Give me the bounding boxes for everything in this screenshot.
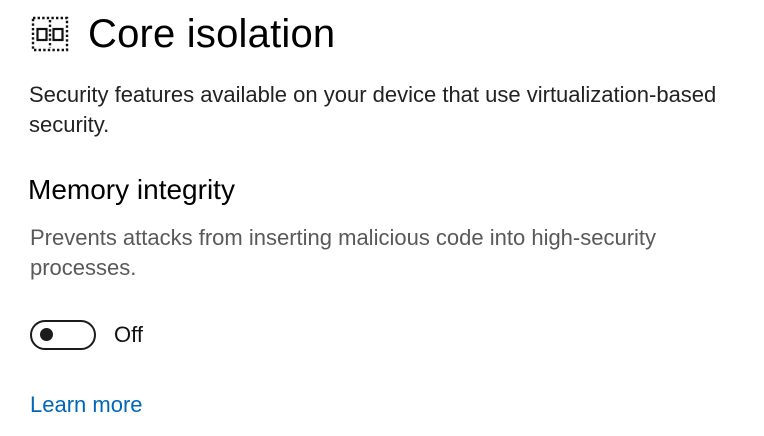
core-isolation-icon [30, 14, 70, 54]
page-description: Security features available on your devi… [29, 82, 717, 137]
learn-more-link[interactable]: Learn more [30, 390, 143, 420]
page-header: Core isolation [30, 8, 335, 60]
memory-integrity-toggle[interactable] [30, 320, 96, 350]
toggle-knob [40, 328, 53, 341]
memory-integrity-heading: Memory integrity [28, 174, 235, 205]
page-title: Core isolation [88, 12, 336, 56]
memory-integrity-description: Prevents attacks from inserting maliciou… [30, 225, 657, 280]
memory-integrity-toggle-row: Off [30, 320, 143, 350]
toggle-state-label: Off [114, 322, 143, 347]
core-isolation-page: Core isolation Security features availab… [0, 0, 764, 436]
